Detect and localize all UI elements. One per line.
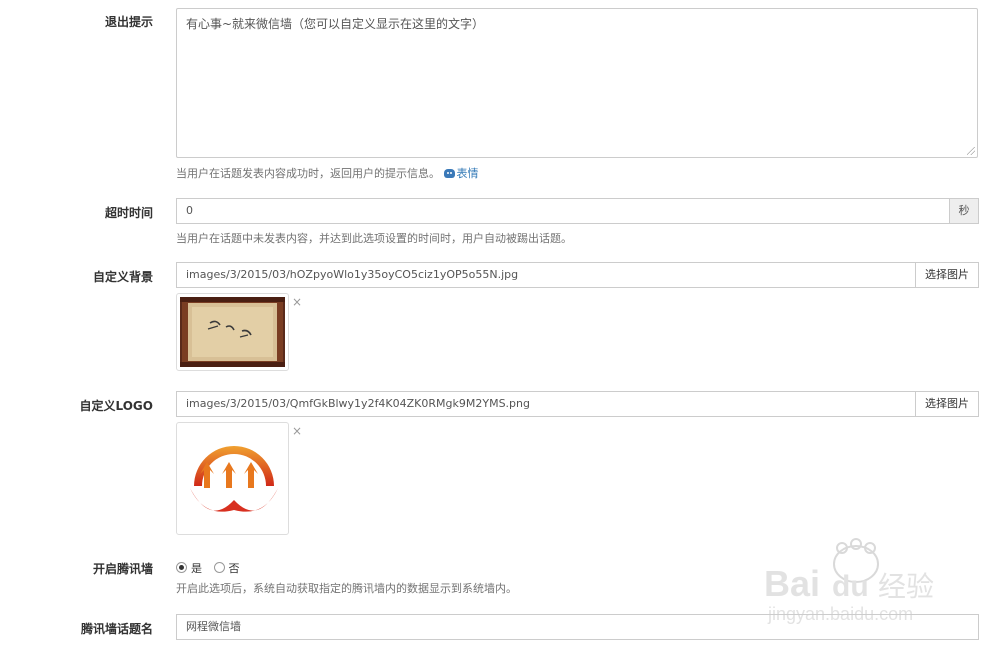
radio-unchecked-icon[interactable] [213,562,225,573]
resize-grip-icon[interactable] [967,147,975,155]
exit-tip-help-text: 当用户在话题发表内容成功时，返回用户的提示信息。 [176,167,440,180]
tencent-wall-radio-group: 是 否 [176,560,248,576]
watermark-url: jingyan.baidu.com [767,604,913,624]
radio-checked-icon[interactable] [176,562,187,573]
watermark-brand-cn: 经验 [878,570,934,603]
option-yes-label: 是 [191,562,202,575]
background-label: 自定义背景 [92,270,153,284]
background-select-image-button[interactable]: 选择图片 [915,262,979,288]
logo-remove-icon[interactable]: × [292,425,302,437]
watermark-brand-a: Bai [764,563,820,604]
emoji-icon [443,169,455,178]
timeout-input[interactable]: 0 [176,198,950,224]
emoji-link-label: 表情 [456,167,479,180]
background-image [180,297,285,367]
logo-path-input[interactable]: images/3/2015/03/QmfGkBlwy1y2f4K04ZK0RMg… [176,391,916,417]
topic-name-label: 腾讯墙话题名 [80,622,153,636]
option-no-label: 否 [228,562,240,575]
logo-label: 自定义LOGO [79,399,153,413]
tencent-wall-help: 开启此选项后，系统自动获取指定的腾讯墙内的数据显示到系统墙内。 [176,582,517,595]
baidu-paw-icon: Bai du 经验 jingyan.baidu.com [764,538,934,624]
emoji-link[interactable]: 表情 [443,167,479,180]
timeout-help: 当用户在话题中未发表内容，并达到此选项设置的时间时，用户自动被踢出话题。 [176,232,572,245]
tencent-wall-label: 开启腾讯墙 [92,562,153,576]
exit-tip-label: 退出提示 [104,15,153,29]
timeout-unit: 秒 [949,198,979,224]
logo-image [190,446,278,512]
exit-tip-textarea[interactable]: 有心事~就来微信墙（您可以自定义显示在这里的文字） [176,8,978,158]
logo-select-image-button[interactable]: 选择图片 [915,391,979,417]
timeout-label: 超时时间 [104,206,153,220]
tencent-wall-option-yes[interactable]: 是 [176,560,202,576]
exit-tip-help: 当用户在话题发表内容成功时，返回用户的提示信息。 表情 [176,165,479,181]
watermark-brand-b: du [832,570,869,603]
tencent-wall-option-no[interactable]: 否 [213,560,240,576]
background-path-input[interactable]: images/3/2015/03/hOZpyoWlo1y35oyCO5ciz1y… [176,262,916,288]
logo-thumbnail [176,422,289,535]
baidu-watermark: Bai du 经验 jingyan.baidu.com [760,538,960,629]
background-remove-icon[interactable]: × [292,296,302,308]
exit-tip-value: 有心事~就来微信墙（您可以自定义显示在这里的文字） [186,17,485,31]
background-thumbnail [176,293,289,371]
